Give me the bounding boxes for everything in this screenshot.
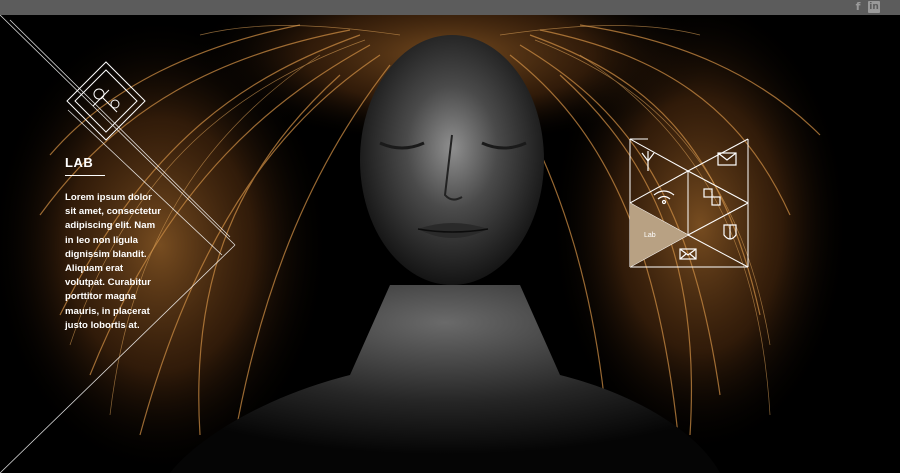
section-description: Lorem ipsum dolor sit amet, consectetur …	[65, 192, 161, 331]
tree-icon[interactable]	[641, 151, 655, 171]
wifi-icon[interactable]	[653, 190, 675, 205]
envelope-icon[interactable]	[679, 248, 697, 260]
blocks-icon[interactable]	[703, 188, 721, 206]
triangle-menu: Lab	[629, 138, 749, 268]
facebook-icon[interactable]: f	[852, 1, 864, 13]
top-bar: f in	[0, 0, 900, 15]
linkedin-icon[interactable]: in	[868, 1, 880, 13]
hero-stage: LAB Lorem ipsum dolor sit amet, consecte…	[0, 15, 900, 473]
lab-item-label: Lab	[644, 232, 656, 239]
title-divider	[65, 175, 105, 176]
section-title: LAB	[65, 155, 94, 170]
shield-icon[interactable]	[723, 224, 737, 240]
logo-diamond-icon[interactable]	[65, 60, 147, 142]
lab-item[interactable]: Lab	[630, 203, 688, 267]
mail-icon[interactable]	[717, 152, 737, 166]
